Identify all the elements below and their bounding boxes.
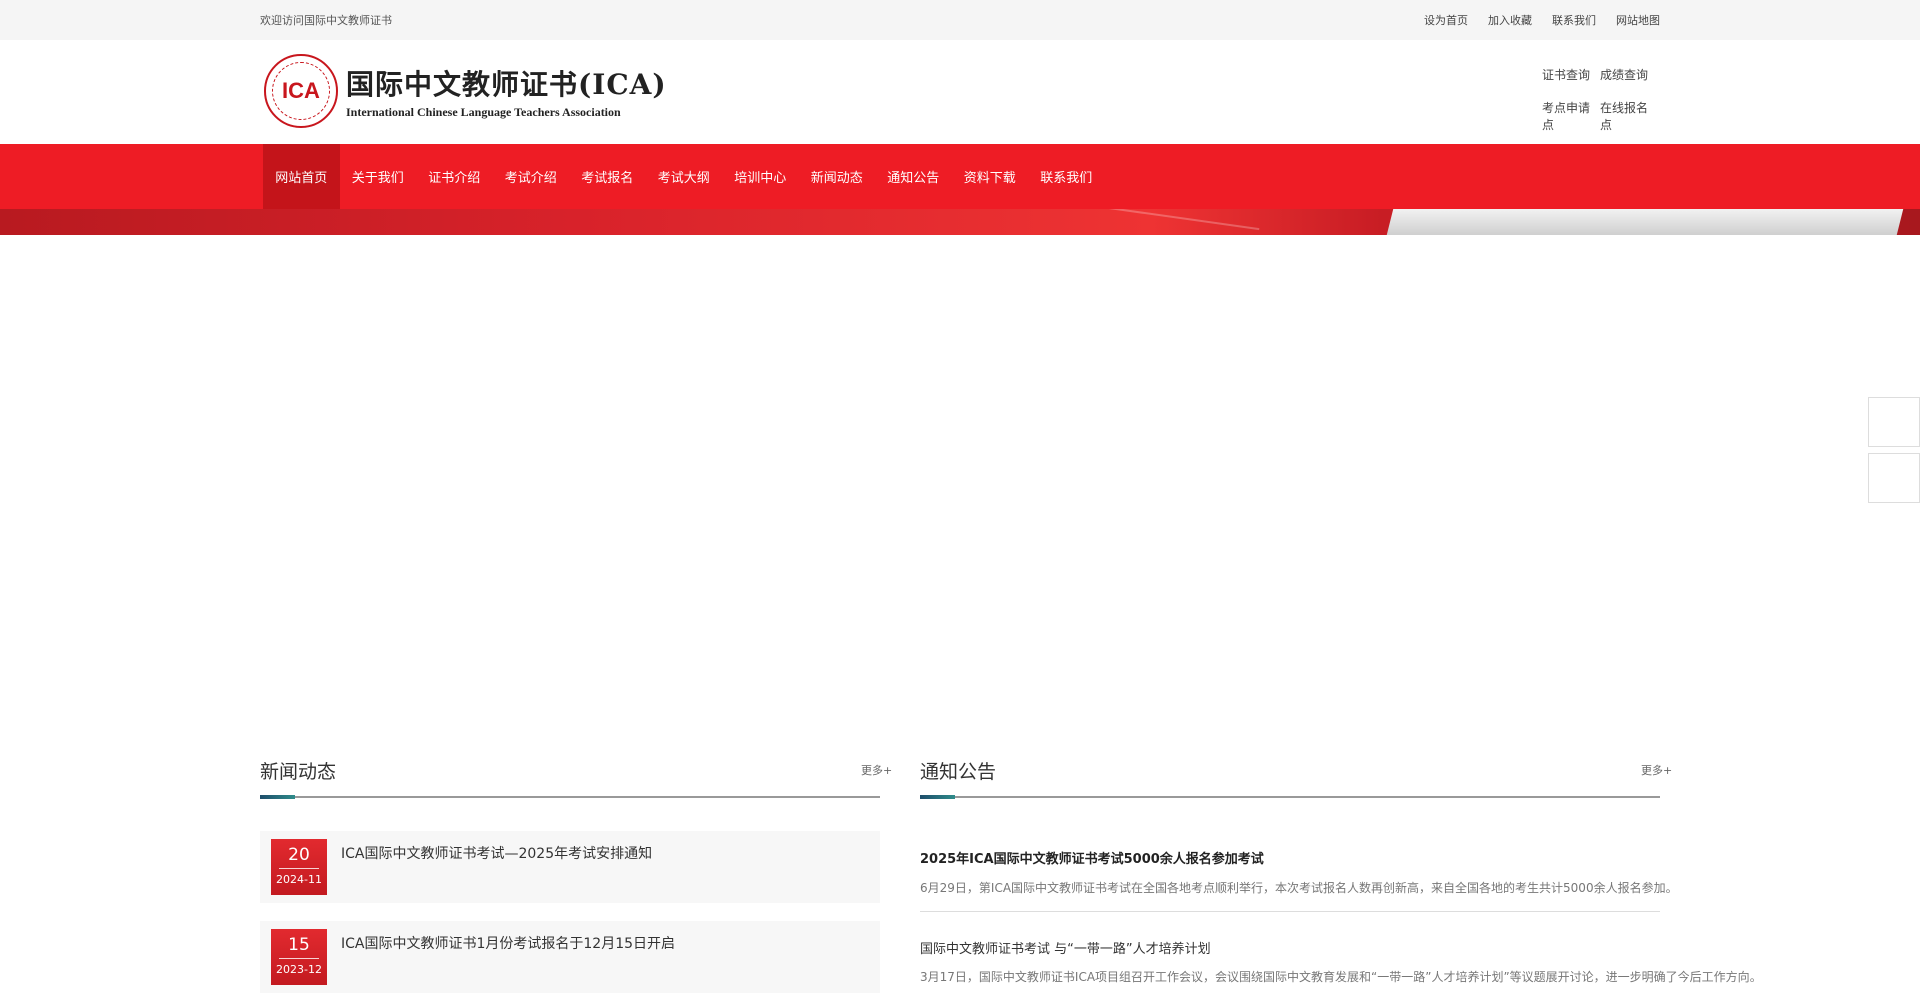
float-button-consult[interactable] — [1868, 397, 1920, 447]
nav-item-contact[interactable]: 联系我们 — [1028, 144, 1105, 209]
nav-item-home[interactable]: 网站首页 — [263, 144, 340, 209]
nav-item-about[interactable]: 关于我们 — [340, 144, 417, 209]
news-item-title[interactable]: ICA国际中文教师证书1月份考试报名于12月15日开启 — [341, 933, 675, 953]
news-divider — [260, 795, 880, 799]
header: ICA 国际中文教师证书(ICA) International Chinese … — [0, 40, 1920, 144]
welcome-text: 欢迎访问国际中文教师证书 — [260, 14, 392, 27]
nav-items: 网站首页 关于我们 证书介绍 考试介绍 考试报名 考试大纲 培训中心 新闻动态 … — [263, 144, 1105, 209]
site-logo[interactable]: ICA 国际中文教师证书(ICA) International Chinese … — [264, 52, 684, 130]
nav-item-registration[interactable]: 考试报名 — [569, 144, 646, 209]
nav-item-exam-intro[interactable]: 考试介绍 — [493, 144, 570, 209]
top-link-favorite[interactable]: 加入收藏 — [1488, 12, 1532, 28]
quick-link-certificate-query[interactable]: 证书查询 — [1542, 66, 1600, 83]
main-nav: 网站首页 关于我们 证书介绍 考试介绍 考试报名 考试大纲 培训中心 新闻动态 … — [0, 144, 1920, 209]
notice-item-desc: 3月17日，国际中文教师证书ICA项目组召开工作会议，会议围绕国际中文教育发展和… — [920, 970, 1762, 984]
banner — [0, 209, 1920, 235]
logo-text: 国际中文教师证书(ICA) International Chinese Lang… — [346, 63, 667, 120]
top-link-home[interactable]: 设为首页 — [1424, 12, 1468, 28]
news-date-ym: 2024-11 — [276, 873, 322, 886]
notice-item-title[interactable]: 2025年ICA国际中文教师证书考试5000余人报名参加考试 — [920, 848, 1264, 867]
news-section-title: 新闻动态 — [260, 761, 337, 783]
news-item[interactable]: 15 2023-12 ICA国际中文教师证书1月份考试报名于12月15日开启 — [260, 921, 880, 993]
news-date-ym: 2023-12 — [276, 963, 322, 976]
quick-link-test-center[interactable]: 考点申请点 — [1542, 99, 1600, 133]
logo-abbr: ICA — [282, 78, 320, 103]
top-link-contact[interactable]: 联系我们 — [1552, 12, 1596, 28]
nav-item-syllabus[interactable]: 考试大纲 — [646, 144, 723, 209]
nav-item-training[interactable]: 培训中心 — [722, 144, 799, 209]
banner-photo — [1386, 209, 1904, 235]
news-more-link[interactable]: 更多+ — [861, 762, 892, 778]
notice-item-title[interactable]: 国际中文教师证书考试 与“一带一路”人才培养计划 — [920, 938, 1211, 957]
logo-title-cn: 国际中文教师证书(ICA) — [346, 67, 667, 101]
float-button-top[interactable] — [1868, 453, 1920, 503]
news-item[interactable]: 20 2024-11 ICA国际中文教师证书考试—2025年考试安排通知 — [260, 831, 880, 903]
nav-item-news[interactable]: 新闻动态 — [799, 144, 876, 209]
news-item-title[interactable]: ICA国际中文教师证书考试—2025年考试安排通知 — [341, 843, 652, 863]
top-link-sitemap[interactable]: 网站地图 — [1616, 12, 1660, 28]
top-links: 设为首页 加入收藏 联系我们 网站地图 — [1424, 12, 1660, 28]
news-date-day: 20 — [288, 845, 310, 865]
news-date-day: 15 — [288, 935, 310, 955]
nav-item-notices[interactable]: 通知公告 — [875, 144, 952, 209]
nav-item-certificate[interactable]: 证书介绍 — [416, 144, 493, 209]
logo-seal-icon: ICA — [264, 54, 338, 128]
logo-title-en: International Chinese Language Teachers … — [346, 104, 621, 119]
notice-divider — [920, 795, 1660, 799]
quick-link-score-query[interactable]: 成绩查询 — [1600, 66, 1658, 83]
quick-link-online-registration[interactable]: 在线报名点 — [1600, 99, 1658, 133]
top-bar: 欢迎访问国际中文教师证书 设为首页 加入收藏 联系我们 网站地图 — [0, 0, 1920, 40]
banner-streak — [1100, 209, 1260, 231]
notice-separator — [920, 911, 1660, 912]
nav-item-downloads[interactable]: 资料下载 — [952, 144, 1029, 209]
notice-section-title: 通知公告 — [920, 761, 997, 783]
quick-links: 证书查询 成绩查询 考点申请点 在线报名点 — [1542, 66, 1658, 133]
news-date-badge: 15 2023-12 — [271, 929, 327, 985]
news-date-badge: 20 2024-11 — [271, 839, 327, 895]
notice-item-desc: 6月29日，第ICA国际中文教师证书考试在全国各地考点顺利举行，本次考试报名人数… — [920, 881, 1678, 895]
notice-more-link[interactable]: 更多+ — [1641, 762, 1672, 778]
